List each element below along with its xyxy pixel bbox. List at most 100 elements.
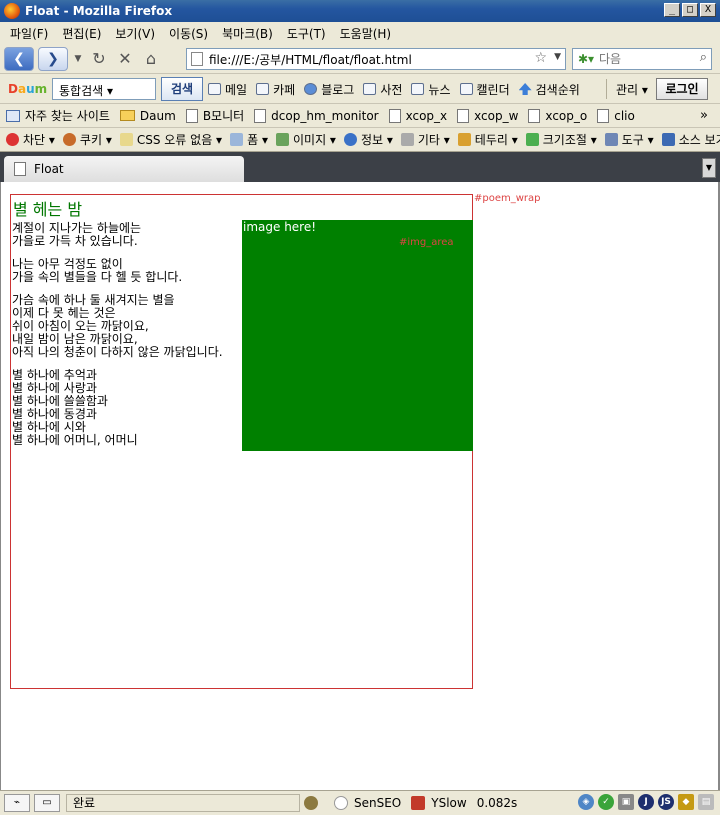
blog-icon xyxy=(304,83,318,95)
senseo-icon xyxy=(334,796,348,810)
bookmark-item[interactable]: B모니터 xyxy=(185,107,244,124)
daum-news[interactable]: 뉴스 xyxy=(411,81,451,98)
bookmark-item[interactable]: 자주 찾는 사이트 xyxy=(6,107,110,124)
daum-tools: 메일 카페 블로그 사전 뉴스 캘린더 검색순위 xyxy=(208,74,589,104)
location-icon[interactable]: ◈ xyxy=(578,794,594,810)
menu-help[interactable]: 도움말(H) xyxy=(340,25,392,42)
webdev-tools[interactable]: 도구 ▾ xyxy=(604,131,654,148)
page-icon xyxy=(191,52,203,66)
page-icon xyxy=(457,108,470,123)
search-icon[interactable]: ⌕ xyxy=(700,50,707,65)
yslow-status[interactable]: YSlow xyxy=(411,796,467,810)
address-bar[interactable]: file:///E:/공부/HTML/float/float.html ☆ ▼ xyxy=(186,48,566,70)
tab-list-button[interactable]: ▼ xyxy=(702,158,716,178)
web-developer-icon[interactable]: ▭ xyxy=(34,794,60,812)
firebug-bug-icon[interactable] xyxy=(304,796,324,810)
status-addons: SenSEO YSlow 0.082s xyxy=(304,794,527,812)
mail-icon xyxy=(208,83,221,95)
daum-cafe[interactable]: 카페 xyxy=(256,81,295,98)
menu-bookmarks[interactable]: 북마크(B) xyxy=(222,25,273,42)
minimize-button[interactable]: _ xyxy=(664,3,680,17)
history-dropdown-icon[interactable]: ▼ xyxy=(72,48,84,70)
webdev-cookies[interactable]: 쿠키 ▾ xyxy=(62,131,112,148)
search-box[interactable]: ✱▾ ⌕ xyxy=(572,48,712,70)
bookmark-item[interactable]: xcop_o xyxy=(528,108,587,123)
maximize-button[interactable]: □ xyxy=(682,3,698,17)
webdev-misc[interactable]: 기타 ▾ xyxy=(400,131,450,148)
load-time: 0.082s xyxy=(476,796,518,810)
poem-title: 별 헤는 밤 xyxy=(13,200,83,219)
daum-mail[interactable]: 메일 xyxy=(208,81,247,98)
menu-go[interactable]: 이동(S) xyxy=(169,25,208,42)
reload-icon[interactable]: ↻ xyxy=(88,48,110,70)
camera-icon[interactable]: ▣ xyxy=(618,794,634,810)
webdev-view-source[interactable]: 소스 보기 xyxy=(661,131,720,148)
status-bar: ⌁ ▭ 완료 SenSEO YSlow 0.082s ◈ ✓ ▣ J JS ◆ … xyxy=(0,790,720,815)
tab-title: Float xyxy=(34,162,64,176)
poem-stanza: 가슴 속에 하나 둘 새겨지는 별을 이제 다 못 헤는 것은 쉬이 아침이 오… xyxy=(12,294,237,359)
stop-icon[interactable]: ✕ xyxy=(114,48,136,70)
js-icon[interactable]: JS xyxy=(658,794,674,810)
daum-login-button[interactable]: 로그인 xyxy=(656,78,708,100)
poem-stanza: 나는 아무 걱정도 없이 가을 속의 별들을 다 헬 듯 합니다. xyxy=(12,258,237,284)
webdev-disable[interactable]: 차단 ▾ xyxy=(6,131,55,148)
poem-stanza: 계절이 지나가는 하늘에는 가을로 가득 차 있습니다. xyxy=(12,222,237,248)
poem-line: 가을로 가득 차 있습니다. xyxy=(12,234,138,248)
poem-body: 계절이 지나가는 하늘에는 가을로 가득 차 있습니다. 나는 아무 걱정도 없… xyxy=(12,222,237,457)
tab-float[interactable]: Float xyxy=(4,156,244,182)
daum-manage-menu[interactable]: 관리 ▾ xyxy=(616,81,648,98)
bookmark-item[interactable]: xcop_x xyxy=(388,108,447,123)
bookmark-item[interactable]: clio xyxy=(597,108,635,123)
search-engine-icon[interactable]: ✱▾ xyxy=(573,49,599,69)
daum-toolbar: Daum 통합검색 ▾ 검색 메일 카페 블로그 사전 뉴스 캘린더 검색순위 … xyxy=(0,74,720,104)
home-icon[interactable]: ⌂ xyxy=(140,48,162,70)
back-button[interactable]: ❮ xyxy=(4,46,34,71)
menu-file[interactable]: 파일(F) xyxy=(10,25,48,42)
bookmark-star-icon[interactable]: ☆ xyxy=(534,50,547,66)
url-text: file:///E:/공부/HTML/float/float.html xyxy=(209,52,412,67)
daum-search-select[interactable]: 통합검색 ▾ xyxy=(52,78,156,100)
webdev-resize[interactable]: 크기조절 ▾ xyxy=(525,131,597,148)
daum-calendar[interactable]: 캘린더 xyxy=(459,81,510,98)
bookmark-item[interactable]: Daum xyxy=(119,109,176,123)
poem-wrap-label: #poem_wrap xyxy=(474,193,541,204)
shield-icon[interactable]: ◆ xyxy=(678,794,694,810)
bookmark-item[interactable]: xcop_w xyxy=(457,108,518,123)
search-input[interactable] xyxy=(599,52,687,66)
view-source-icon xyxy=(661,133,675,146)
daum-logo[interactable]: Daum xyxy=(8,82,47,96)
daum-search-button[interactable]: 검색 xyxy=(161,77,203,101)
webdev-images[interactable]: 이미지 ▾ xyxy=(275,131,336,148)
webdev-information[interactable]: 정보 ▾ xyxy=(343,131,393,148)
page-icon xyxy=(388,108,401,123)
calendar-icon xyxy=(459,83,473,95)
page-icon xyxy=(528,108,541,123)
bookmark-item[interactable]: dcop_hm_monitor xyxy=(254,108,379,123)
webdev-outline[interactable]: 테두리 ▾ xyxy=(457,131,518,148)
daum-dictionary[interactable]: 사전 xyxy=(363,81,402,98)
css-icon xyxy=(119,133,133,146)
menu-view[interactable]: 보기(V) xyxy=(115,25,155,42)
close-button[interactable]: X xyxy=(700,3,716,17)
rank-up-icon xyxy=(518,83,532,95)
bookmarks-toolbar: 자주 찾는 사이트 Daum B모니터 dcop_hm_monitor xcop… xyxy=(0,104,720,128)
menu-edit[interactable]: 편집(E) xyxy=(62,25,101,42)
folder-icon xyxy=(119,110,135,121)
senseo-status[interactable]: SenSEO xyxy=(334,796,401,810)
daum-search-rank[interactable]: 검색순위 xyxy=(518,81,580,98)
url-dropdown-icon[interactable]: ▼ xyxy=(554,52,561,62)
tab-strip: Float ▼ xyxy=(0,152,720,182)
check-icon[interactable]: ✓ xyxy=(598,794,614,810)
page-info-icon[interactable]: ▤ xyxy=(698,794,714,810)
poem-line: 아직 나의 청춘이 다하지 않은 까닭입니다. xyxy=(12,345,223,359)
javascript-icon[interactable]: J xyxy=(638,794,654,810)
firebug-icon[interactable]: ⌁ xyxy=(4,794,30,812)
forward-button[interactable]: ❯ xyxy=(38,46,68,71)
webdev-forms[interactable]: 폼 ▾ xyxy=(230,131,268,148)
bookmarks-overflow-button[interactable]: » xyxy=(700,108,708,123)
webdev-css[interactable]: CSS 오류 없음 ▾ xyxy=(119,131,222,148)
misc-icon xyxy=(400,133,414,146)
dictionary-icon xyxy=(363,83,377,95)
menu-tools[interactable]: 도구(T) xyxy=(287,25,326,42)
daum-blog[interactable]: 블로그 xyxy=(304,81,354,98)
